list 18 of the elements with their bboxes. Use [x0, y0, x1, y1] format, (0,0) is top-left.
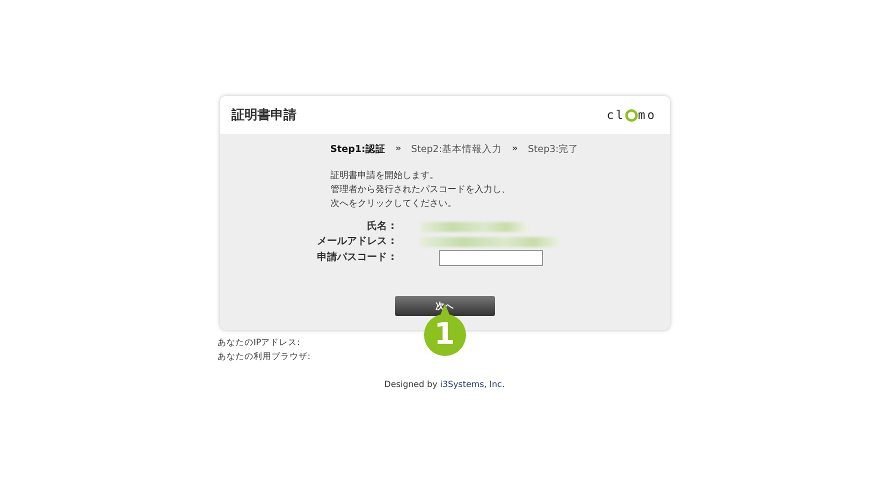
client-info-text: あなたの利用ブラウザ: — [218, 351, 312, 364]
footer-text: Designed by i3Systems, Inc. — [384, 380, 505, 390]
step-label: Step1:認証 — [330, 142, 386, 156]
step-separator: » — [395, 144, 402, 154]
field-label: メールアドレス : — [316, 235, 394, 249]
field-label: 申請パスコード : — [316, 251, 394, 265]
intro-text: 証明書申請を開始します。 — [330, 170, 440, 183]
window-title: 証明書申請 — [232, 107, 296, 124]
logo: cl mo — [606, 108, 656, 122]
intro-text: 管理者から発行されたパスコードを入力し、 — [330, 184, 512, 197]
passcode-field[interactable] — [438, 250, 542, 266]
company-link[interactable]: i3Systems, Inc. — [440, 380, 505, 390]
client-info-text: あなたのIPアドレス: — [218, 337, 301, 350]
step-label: Step3:完了 — [528, 142, 579, 156]
step-separator: » — [512, 144, 518, 154]
step-label: Step2:基本情報入力 — [411, 142, 502, 156]
intro-text: 次へをクリックしてください。 — [330, 198, 458, 211]
field-label: 氏名 : — [366, 220, 394, 234]
